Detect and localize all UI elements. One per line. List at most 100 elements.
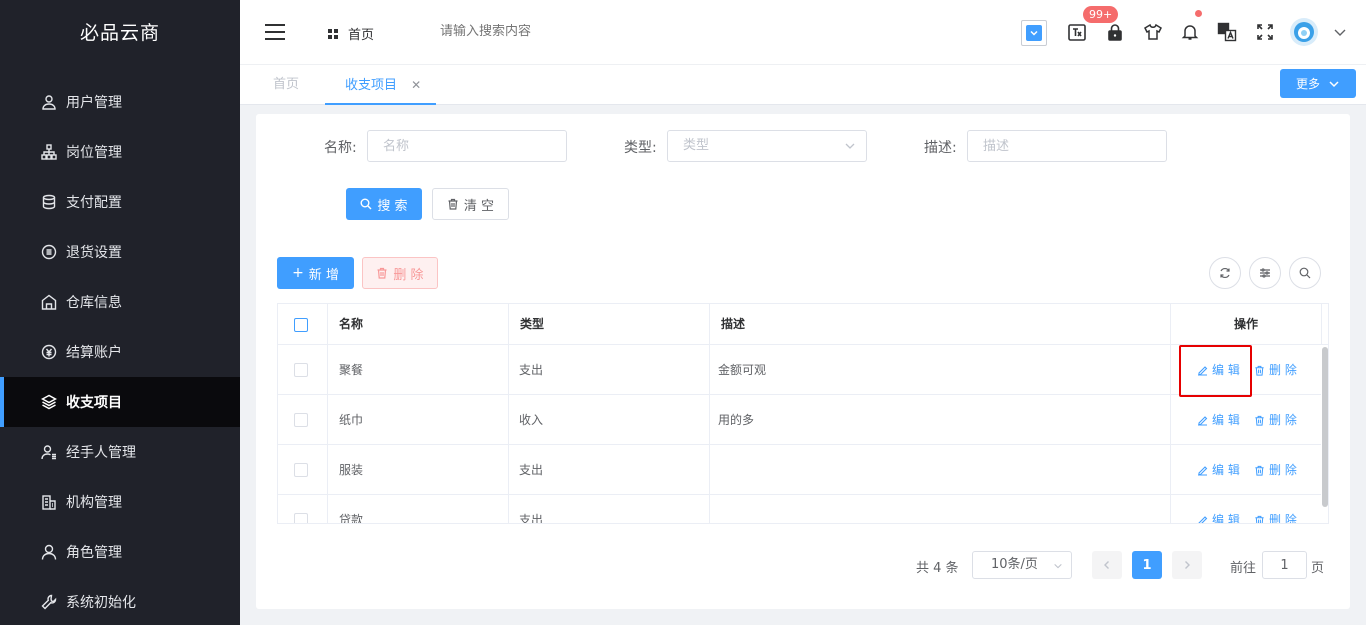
fullscreen-icon[interactable] [1253, 20, 1277, 44]
sidebar-item-handlers[interactable]: 经手人管理 [0, 427, 240, 477]
row-checkbox[interactable] [294, 363, 308, 377]
menu-toggle-icon[interactable] [265, 24, 285, 40]
row-checkbox[interactable] [294, 463, 308, 477]
user-icon [40, 93, 58, 111]
scrollbar-thumb[interactable] [1322, 347, 1328, 507]
desc-filter-input[interactable] [967, 130, 1167, 162]
bell-icon[interactable] [1178, 20, 1202, 44]
warehouse-icon [40, 293, 58, 311]
delete-button[interactable]: 删 除 [1254, 345, 1297, 395]
sidebar-item-label: 收支项目 [66, 395, 122, 411]
batch-delete-label: 删 除 [393, 267, 424, 283]
edit-button[interactable]: 编 辑 [1197, 395, 1240, 445]
size-select-icon[interactable] [1065, 20, 1089, 44]
sidebar-item-payment[interactable]: 支付配置 [0, 177, 240, 227]
column-header-name[interactable]: 名称 [328, 304, 509, 345]
sidebar-item-warehouse[interactable]: 仓库信息 [0, 277, 240, 327]
delete-button[interactable]: 删 除 [1254, 445, 1297, 495]
edit-button[interactable]: 编 辑 [1197, 495, 1240, 523]
search-button[interactable]: 搜 索 [346, 188, 422, 220]
global-search-input[interactable] [440, 24, 620, 39]
sidebar-item-label: 退货设置 [66, 245, 122, 261]
skin-shirt-icon[interactable] [1141, 20, 1165, 44]
org-chart-icon [40, 143, 58, 161]
select-all-cell [278, 304, 328, 345]
chevron-down-icon[interactable] [1328, 20, 1352, 44]
delete-button[interactable]: 删 除 [1254, 495, 1297, 523]
close-icon[interactable]: ✕ [411, 78, 421, 92]
trash-icon [1255, 365, 1264, 376]
table-row[interactable]: 服装 支出 编 辑 删 除 [278, 445, 1322, 495]
column-header-type[interactable]: 类型 [509, 304, 710, 345]
select-all-checkbox[interactable] [294, 318, 308, 332]
sidebar-item-returns[interactable]: 退货设置 [0, 227, 240, 277]
tabs-bar: 首页 收支项目 ✕ 更多 [240, 65, 1366, 105]
row-checkbox[interactable] [294, 513, 308, 523]
cell-desc [710, 445, 1170, 495]
page-number-current[interactable]: 1 [1132, 551, 1162, 579]
type-filter-select[interactable]: 类型 [667, 130, 867, 162]
theme-color-picker[interactable] [1021, 20, 1047, 46]
money-icon [40, 343, 58, 361]
tab-income-expense[interactable]: 收支项目 ✕ [325, 65, 436, 105]
user-manager-icon [40, 443, 58, 461]
delete-button[interactable]: 删 除 [1254, 395, 1297, 445]
app-logo-title: 必品云商 [79, 22, 160, 44]
type-filter-placeholder: 类型 [683, 138, 710, 153]
more-label: 更多 [1295, 77, 1320, 91]
edit-icon [1198, 415, 1208, 426]
search-button-label: 搜 索 [377, 198, 408, 214]
sidebar-item-label: 角色管理 [66, 545, 122, 561]
sidebar-item-organizations[interactable]: 机构管理 [0, 477, 240, 527]
sidebar-item-label: 经手人管理 [66, 445, 136, 461]
refresh-button[interactable] [1209, 257, 1241, 289]
search-icon [360, 198, 372, 210]
lock-icon[interactable] [1103, 20, 1127, 44]
avatar[interactable] [1290, 18, 1318, 46]
trash-icon [448, 198, 458, 210]
sidebar-item-positions[interactable]: 岗位管理 [0, 127, 240, 177]
add-button[interactable]: + 新 增 [277, 257, 354, 289]
cell-desc [710, 495, 1170, 523]
chevron-right-icon [1185, 561, 1190, 569]
goto-page-input[interactable] [1262, 551, 1307, 579]
sidebar-item-roles[interactable]: 角色管理 [0, 527, 240, 577]
clear-button-label: 清 空 [463, 198, 495, 214]
search-icon [1299, 267, 1311, 279]
table-scrollbar[interactable] [1321, 345, 1328, 523]
table-row[interactable]: 贷款 支出 编 辑 删 除 [278, 495, 1322, 523]
language-icon[interactable] [1215, 20, 1239, 44]
sidebar-item-settlement[interactable]: 结算账户 [0, 327, 240, 377]
desc-filter-label: 描述: [924, 140, 957, 156]
circle-list-icon [40, 243, 58, 261]
sidebar-item-system-init[interactable]: 系统初始化 [0, 577, 240, 625]
add-button-label: 新 增 [308, 267, 339, 283]
edit-button[interactable]: 编 辑 [1197, 445, 1240, 495]
name-filter-input[interactable] [367, 130, 567, 162]
table-header: 名称 类型 描述 操作 [278, 304, 1328, 345]
column-header-desc[interactable]: 描述 [710, 304, 1170, 345]
prev-page-button[interactable] [1092, 551, 1122, 579]
table-row[interactable]: 纸巾 收入 用的多 编 辑 删 除 [278, 395, 1322, 445]
toggle-search-button[interactable] [1289, 257, 1321, 289]
breadcrumb[interactable]: 首页 [328, 24, 374, 43]
cell-name: 贷款 [328, 495, 509, 523]
batch-delete-button[interactable]: 删 除 [362, 257, 438, 289]
row-checkbox[interactable] [294, 413, 308, 427]
next-page-button[interactable] [1172, 551, 1202, 579]
tab-home[interactable]: 首页 [273, 65, 299, 105]
tab-label: 收支项目 [345, 78, 398, 93]
chevron-down-icon [1026, 25, 1042, 41]
sidebar-item-users[interactable]: 用户管理 [0, 77, 240, 127]
column-settings-button[interactable] [1249, 257, 1281, 289]
sidebar-item-income-expense[interactable]: 收支项目 [0, 377, 240, 427]
edit-icon [1198, 515, 1208, 523]
clear-button[interactable]: 清 空 [432, 188, 509, 220]
trash-icon [377, 267, 387, 279]
role-icon [40, 543, 58, 561]
building-icon [40, 493, 58, 511]
page-size-select[interactable]: 10条/页 [972, 551, 1072, 579]
more-button[interactable]: 更多 [1280, 69, 1356, 98]
sliders-icon [1260, 268, 1270, 278]
table-row[interactable]: 聚餐 支出 金额可观 编 辑 删 除 [278, 345, 1322, 395]
